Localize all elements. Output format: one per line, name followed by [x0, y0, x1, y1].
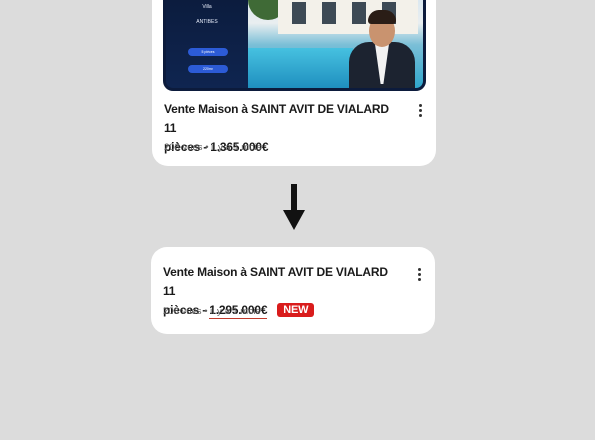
pool-image [248, 48, 353, 88]
thumbnail-pill-area: 220m² [188, 65, 228, 73]
more-options-icon[interactable] [418, 104, 422, 118]
villa-image [278, 0, 418, 34]
property-photo [248, 0, 423, 88]
title-line-1: Vente Maison à SAINT AVIT DE VIALARD 11 [164, 102, 389, 135]
thumbnail-pill-rooms: 5 pièces [188, 48, 228, 56]
thumbnail-label-villa: Villa [202, 4, 212, 10]
arrow-down-icon [283, 184, 305, 230]
window [352, 2, 366, 24]
video-thumbnail[interactable]: Villa ANTIBES 5 pièces 220m² [163, 0, 426, 91]
title-line-1: Vente Maison à SAINT AVIT DE VIALARD 11 [163, 265, 388, 298]
agent-portrait-hair [368, 10, 396, 24]
video-meta: 208 vues • il y a 1 mois [164, 142, 262, 153]
window [322, 2, 336, 24]
video-card-after[interactable]: Vente Maison à SAINT AVIT DE VIALARD 11 … [151, 247, 435, 334]
new-badge: NEW [277, 303, 315, 317]
more-options-icon[interactable] [417, 268, 421, 282]
video-card-before[interactable]: Villa ANTIBES 5 pièces 220m² Vente Maiso… [152, 0, 436, 166]
video-meta: 208 vues • il y a 1 mois [163, 306, 261, 317]
window [292, 2, 306, 24]
thumbnail-panel: Villa ANTIBES 5 pièces 220m² [166, 0, 248, 88]
thumbnail-label-city: ANTIBES [196, 19, 218, 25]
